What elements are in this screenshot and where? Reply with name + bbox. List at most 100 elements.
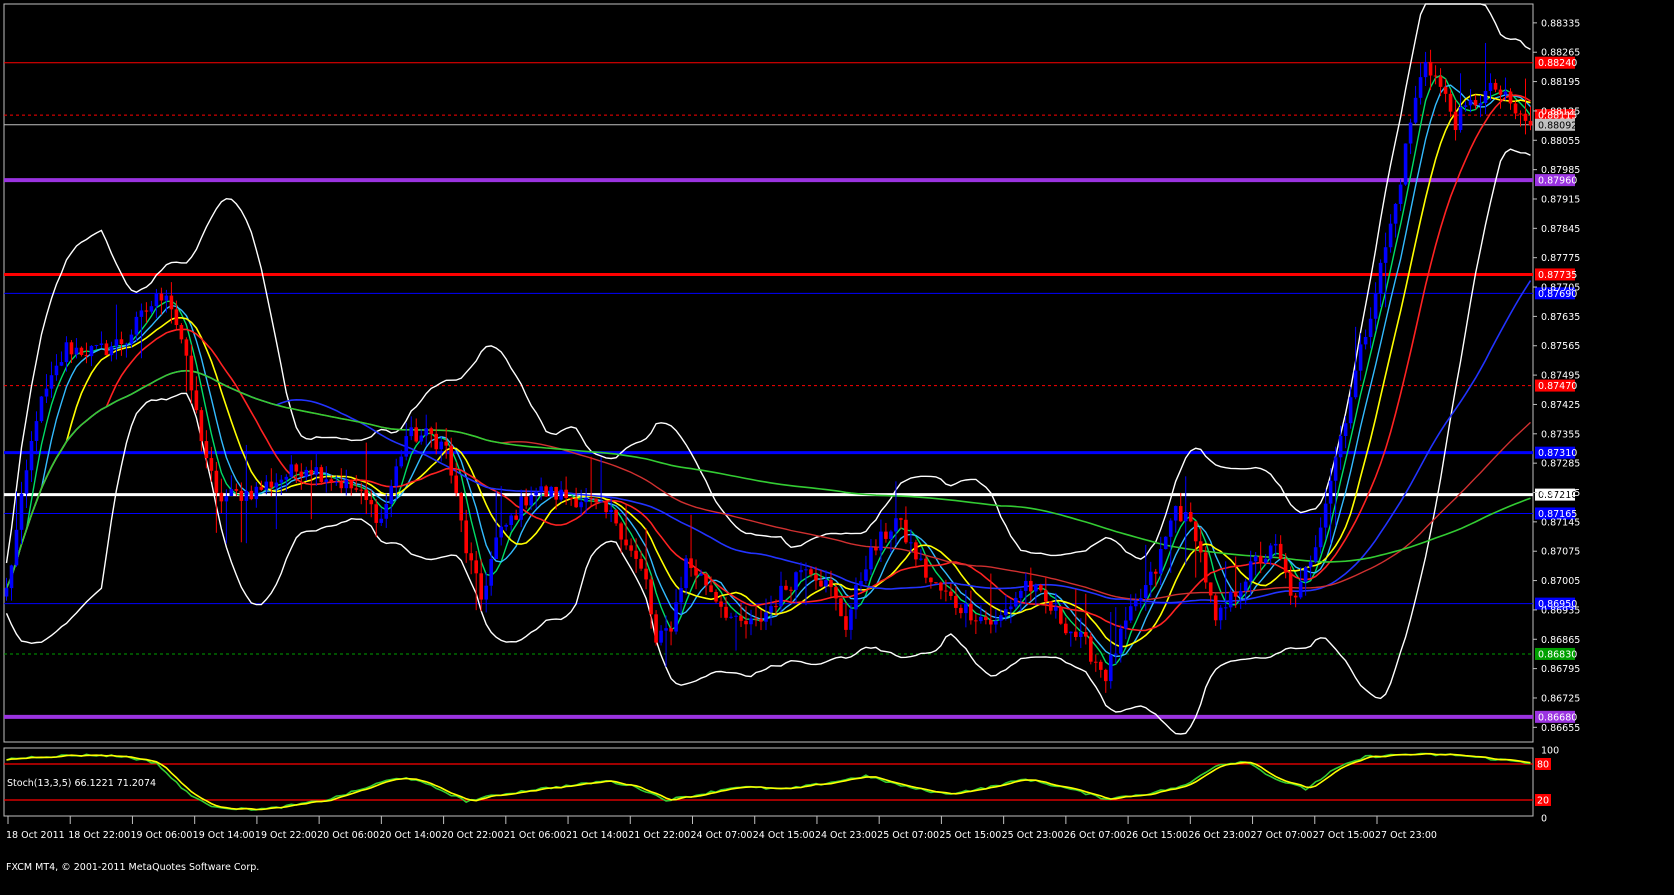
candle-body bbox=[1268, 545, 1273, 559]
candle-body bbox=[759, 618, 763, 622]
candle-body bbox=[269, 481, 274, 488]
candle-body bbox=[139, 310, 144, 317]
candle-body bbox=[409, 427, 414, 437]
forex-chart[interactable]: 0.882400.881150.880920.879600.877350.876… bbox=[0, 0, 1674, 895]
candle-body bbox=[469, 553, 473, 561]
candle-body bbox=[199, 410, 204, 442]
time-tick-label: 18 Oct 22:00 bbox=[68, 830, 130, 841]
candle-body bbox=[89, 345, 94, 357]
candle-body bbox=[944, 590, 948, 592]
candle-body bbox=[1293, 595, 1298, 598]
candle-body bbox=[324, 479, 329, 483]
candle-body bbox=[1378, 262, 1383, 294]
candle-body bbox=[704, 573, 708, 586]
candle-body bbox=[684, 558, 688, 589]
candle-body bbox=[1049, 601, 1053, 611]
candle-body bbox=[934, 582, 938, 584]
candle-body bbox=[1313, 547, 1318, 562]
stoch-tick-label: 100 bbox=[1541, 746, 1559, 757]
price-tick-label: 0.87985 bbox=[1541, 165, 1580, 176]
candle-body bbox=[904, 519, 908, 543]
candle-body bbox=[569, 497, 573, 499]
price-tick-label: 0.86935 bbox=[1541, 605, 1580, 616]
candle-body bbox=[824, 580, 828, 587]
candle-body bbox=[59, 362, 64, 366]
time-tick-label: 20 Oct 22:00 bbox=[442, 830, 504, 841]
candle-body bbox=[384, 503, 389, 519]
candle-body bbox=[674, 602, 678, 632]
candle-body bbox=[909, 542, 913, 544]
candle-body bbox=[1278, 543, 1283, 560]
price-tick-label: 0.87215 bbox=[1541, 488, 1580, 499]
candle-body bbox=[1098, 661, 1103, 670]
candle-body bbox=[54, 365, 59, 376]
time-tick-label: 19 Oct 22:00 bbox=[255, 830, 317, 841]
candle-body bbox=[1333, 457, 1338, 481]
candle-body bbox=[999, 615, 1003, 621]
candle-body bbox=[1173, 506, 1178, 521]
price-tick-label: 0.87425 bbox=[1541, 400, 1580, 411]
candle-body bbox=[789, 589, 793, 591]
price-tick-label: 0.88265 bbox=[1541, 48, 1580, 59]
time-tick-label: 20 Oct 06:00 bbox=[317, 830, 379, 841]
candle-body bbox=[179, 325, 184, 340]
candle-body bbox=[459, 493, 464, 521]
candle-body bbox=[14, 529, 19, 566]
candle-body bbox=[24, 470, 29, 494]
candle-body bbox=[489, 558, 493, 586]
candle-body bbox=[49, 375, 54, 389]
candle-body bbox=[754, 618, 758, 620]
candle-body bbox=[1238, 590, 1243, 597]
candle-body bbox=[429, 428, 434, 434]
candle-body bbox=[1358, 344, 1363, 371]
candle-body bbox=[884, 531, 888, 539]
time-tick-label: 21 Oct 22:00 bbox=[628, 830, 690, 841]
candle-body bbox=[809, 569, 813, 575]
candle-body bbox=[154, 293, 159, 307]
candle-body bbox=[1203, 552, 1208, 583]
candle-body bbox=[1433, 75, 1438, 77]
candle-body bbox=[419, 435, 424, 442]
candle-body bbox=[724, 606, 728, 618]
candle-body bbox=[1363, 336, 1368, 345]
candle-body bbox=[1128, 606, 1133, 621]
candle-body bbox=[974, 620, 978, 622]
time-tick-label: 26 Oct 23:00 bbox=[1188, 830, 1250, 841]
candle-body bbox=[1478, 103, 1483, 106]
candle-body bbox=[849, 609, 853, 630]
candle-body bbox=[589, 497, 593, 499]
candle-body bbox=[239, 490, 244, 501]
candle-body bbox=[1014, 597, 1018, 607]
candle-body bbox=[874, 547, 878, 551]
candle-body bbox=[814, 574, 818, 581]
candle-body bbox=[1448, 93, 1453, 112]
candle-body bbox=[954, 595, 958, 608]
copyright-text: FXCM MT4, © 2001-2011 MetaQuotes Softwar… bbox=[6, 862, 259, 873]
candle-body bbox=[554, 486, 558, 500]
candle-body bbox=[454, 475, 459, 494]
candle-body bbox=[969, 603, 973, 621]
candle-body bbox=[1223, 607, 1228, 609]
candle-body bbox=[1108, 654, 1113, 682]
level-badge-label: 0.87470 bbox=[1538, 381, 1577, 392]
candle-body bbox=[1438, 76, 1443, 87]
candle-body bbox=[1388, 223, 1393, 248]
candle-body bbox=[879, 531, 883, 551]
candle-body bbox=[1323, 503, 1328, 528]
candle-body bbox=[734, 615, 738, 617]
candle-body bbox=[1024, 580, 1028, 591]
price-tick-label: 0.87495 bbox=[1541, 371, 1580, 382]
candle-body bbox=[119, 339, 124, 345]
candle-body bbox=[779, 585, 783, 607]
candle-body bbox=[1318, 527, 1323, 548]
candle-body bbox=[1118, 628, 1123, 654]
stoch-level-label: 80 bbox=[1537, 760, 1549, 771]
candle-body bbox=[924, 558, 928, 578]
candle-body bbox=[399, 456, 404, 467]
candle-body bbox=[919, 558, 923, 560]
price-tick-label: 0.87845 bbox=[1541, 224, 1580, 235]
time-tick-label: 25 Oct 07:00 bbox=[877, 830, 939, 841]
candle-body bbox=[1483, 90, 1488, 104]
candle-body bbox=[1353, 370, 1358, 398]
candle-body bbox=[749, 618, 753, 625]
